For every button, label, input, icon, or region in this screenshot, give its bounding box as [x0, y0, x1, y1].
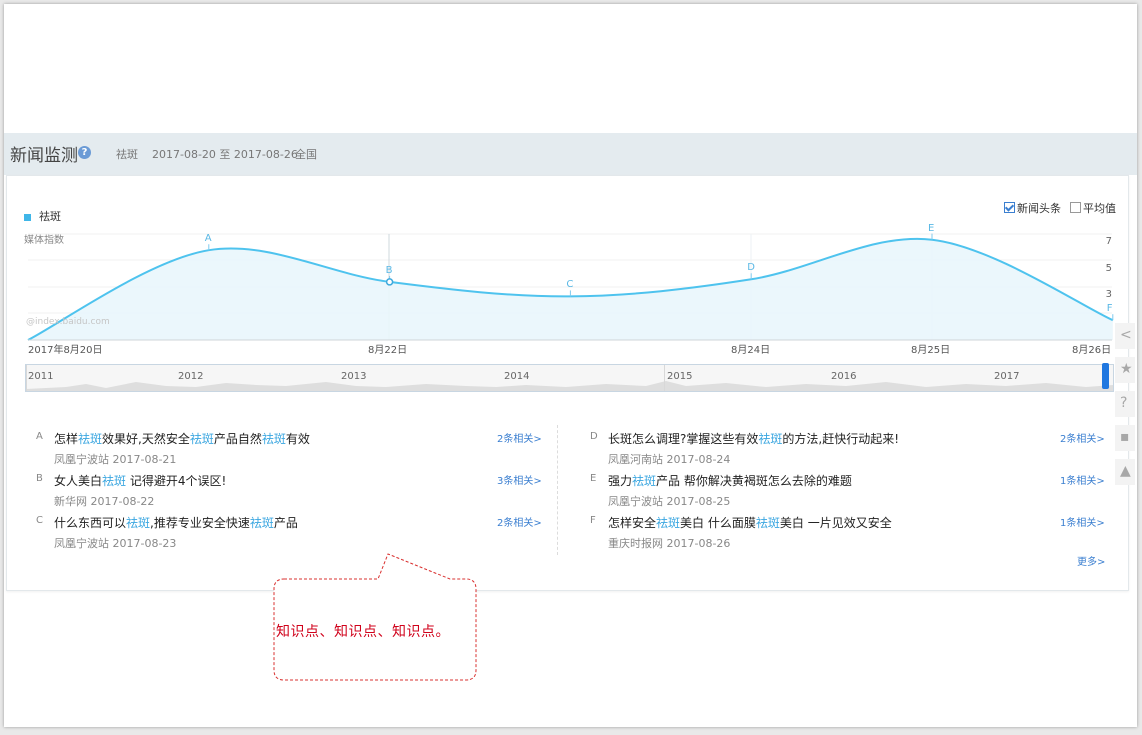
timeline-year: 2015	[667, 371, 693, 382]
data-point-label[interactable]: D	[747, 262, 755, 273]
news-item-title[interactable]: 怎样安全祛斑美白 什么面膜祛斑美白 一片见效又安全	[608, 514, 892, 531]
news-item-letter: A	[36, 431, 43, 442]
news-list-right: D 长斑怎么调理?掌握这些有效祛斑的方法,赶快行动起来! 凤凰河南站 2017-08…	[590, 430, 1108, 556]
share-icon[interactable]: <	[1115, 323, 1135, 349]
related-link[interactable]: 1条相关>	[1060, 472, 1105, 487]
timeline-year: 2014	[504, 371, 530, 382]
news-item-source: 凤凰河南站 2017-08-24	[608, 453, 731, 466]
news-item-source: 凤凰宁波站 2017-08-25	[608, 495, 731, 508]
data-point-label[interactable]: F	[1107, 303, 1113, 314]
data-point-label[interactable]: C	[566, 279, 573, 290]
watermark: @index.baidu.com	[26, 317, 110, 327]
y-tick-label: 7	[1105, 236, 1112, 247]
hover-point-marker[interactable]	[385, 278, 394, 286]
data-point-label[interactable]: A	[205, 233, 212, 244]
timeline-year: 2011	[28, 371, 54, 382]
related-link[interactable]: 2条相关>	[497, 514, 542, 529]
news-item-source: 重庆时报网 2017-08-26	[608, 537, 731, 550]
news-item[interactable]: F 怎样安全祛斑美白 什么面膜祛斑美白 一片见效又安全重庆时报网 2017-08-…	[590, 514, 1108, 556]
x-tick-label: 8月24日	[731, 345, 771, 356]
news-item-title[interactable]: 强力祛斑产品 帮你解决黄褐斑怎么去除的难题	[608, 472, 852, 489]
timeline-year: 2013	[341, 371, 367, 382]
data-point-label[interactable]: B	[386, 265, 393, 276]
news-item-title[interactable]: 怎样祛斑效果好,天然安全祛斑产品自然祛斑有效	[54, 430, 310, 447]
more-link[interactable]: 更多>	[1077, 553, 1105, 568]
news-item-source: 凤凰宁波站 2017-08-23	[54, 537, 177, 550]
callout-text: 知识点、知识点、知识点。	[276, 624, 450, 640]
news-item-title[interactable]: 长斑怎么调理?掌握这些有效祛斑的方法,赶快行动起来!	[608, 430, 899, 447]
news-item-title[interactable]: 什么东西可以祛斑,推荐专业安全快速祛斑产品	[54, 514, 298, 531]
x-tick-label: 8月26日	[1072, 345, 1112, 356]
related-link[interactable]: 3条相关>	[497, 472, 542, 487]
star-icon[interactable]: ★	[1115, 357, 1135, 383]
timeline-year: 2017	[994, 371, 1020, 382]
timeline-year: 2016	[831, 371, 857, 382]
timeline-divider	[664, 365, 665, 391]
news-item-letter: B	[36, 473, 43, 484]
related-link[interactable]: 2条相关>	[1060, 430, 1105, 445]
media-index-chart	[27, 233, 1114, 341]
news-item-letter: E	[590, 473, 597, 484]
related-link[interactable]: 1条相关>	[1060, 514, 1105, 529]
chat-icon[interactable]: ▪	[1115, 425, 1135, 451]
news-item-source: 凤凰宁波站 2017-08-21	[54, 453, 177, 466]
news-item-letter: D	[590, 431, 598, 442]
news-item[interactable]: C 什么东西可以祛斑,推荐专业安全快速祛斑产品凤凰宁波站 2017-08-23 2条…	[36, 514, 546, 556]
news-item[interactable]: D 长斑怎么调理?掌握这些有效祛斑的方法,赶快行动起来! 凤凰河南站 2017-08…	[590, 430, 1108, 472]
news-column-divider	[557, 425, 558, 555]
news-list-left: A 怎样祛斑效果好,天然安全祛斑产品自然祛斑有效凤凰宁波站 2017-08-21 2…	[36, 430, 546, 556]
news-item[interactable]: B 女人美白祛斑 记得避开4个误区! 新华网 2017-08-22 3条相关>	[36, 472, 546, 514]
y-tick-label: 3	[1105, 289, 1112, 300]
timeline-divider	[26, 365, 27, 391]
news-item-source: 新华网 2017-08-22	[54, 495, 155, 508]
data-point-label[interactable]: E	[928, 223, 934, 234]
news-item-title[interactable]: 女人美白祛斑 记得避开4个误区!	[54, 472, 226, 489]
timeline-year: 2012	[178, 371, 204, 382]
news-item[interactable]: A 怎样祛斑效果好,天然安全祛斑产品自然祛斑有效凤凰宁波站 2017-08-21 2…	[36, 430, 546, 472]
back-to-top-icon[interactable]: ▲	[1115, 459, 1135, 485]
timeline-scrubber[interactable]: 2011 2012 2013 2014 2015 2016 2017	[25, 364, 1114, 392]
x-tick-label: 8月22日	[368, 345, 408, 356]
news-item[interactable]: E 强力祛斑产品 帮你解决黄褐斑怎么去除的难题凤凰宁波站 2017-08-25 1条…	[590, 472, 1108, 514]
news-item-letter: F	[590, 515, 596, 526]
timeline-handle[interactable]	[1102, 363, 1109, 389]
news-item-letter: C	[36, 515, 43, 526]
related-link[interactable]: 2条相关>	[497, 430, 542, 445]
y-tick-label: 5	[1105, 263, 1112, 274]
x-tick-label: 8月25日	[911, 345, 951, 356]
callout-bubble	[273, 553, 477, 681]
x-tick-label: 2017年8月20日	[28, 345, 103, 356]
help-circle-icon[interactable]: ?	[1115, 391, 1135, 417]
